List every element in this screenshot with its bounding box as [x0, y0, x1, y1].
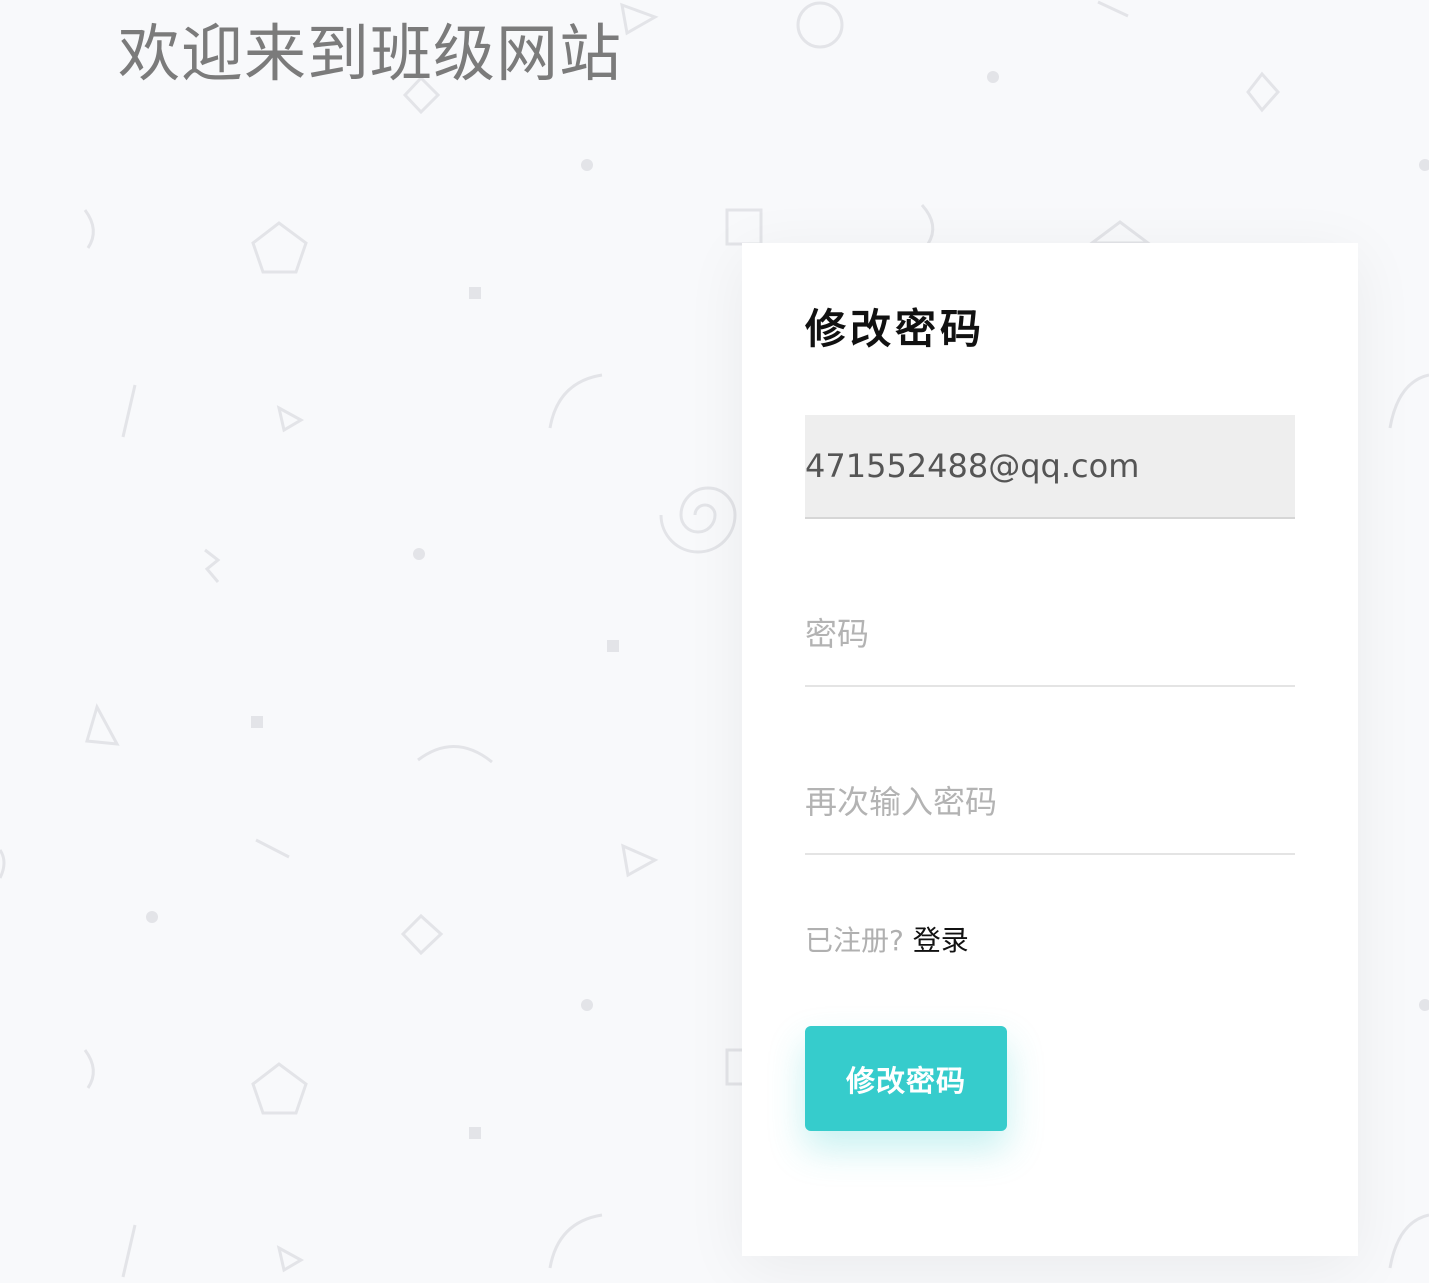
password-input[interactable]	[805, 583, 1295, 685]
page: 欢迎来到班级网站 修改密码 已注册? 登录 修改密码	[0, 0, 1429, 1283]
confirm-password-input[interactable]	[805, 751, 1295, 853]
change-password-card: 修改密码 已注册? 登录 修改密码	[742, 243, 1358, 1256]
site-title: 欢迎来到班级网站	[118, 17, 623, 90]
email-field	[805, 415, 1295, 519]
password-field	[805, 583, 1295, 687]
form-title: 修改密码	[805, 305, 985, 353]
login-prompt-text: 已注册?	[805, 924, 904, 957]
login-link[interactable]: 登录	[913, 924, 969, 957]
confirm-password-field	[805, 751, 1295, 855]
login-prompt-line: 已注册? 登录	[805, 921, 969, 961]
change-password-button[interactable]: 修改密码	[805, 1026, 1007, 1131]
email-input[interactable]	[805, 415, 1295, 517]
